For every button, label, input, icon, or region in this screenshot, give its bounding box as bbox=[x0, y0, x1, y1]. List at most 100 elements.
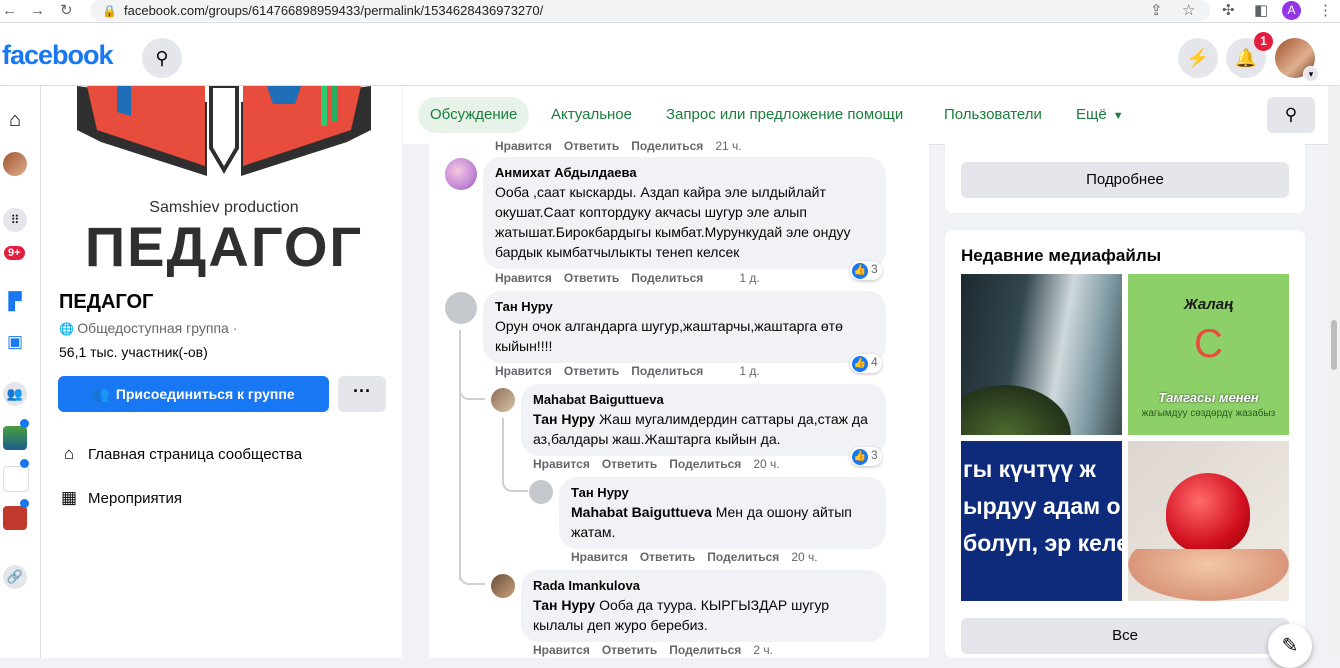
calendar-icon: ▦ bbox=[60, 488, 78, 507]
link-icon[interactable]: 🔗 bbox=[3, 565, 27, 589]
comment-bubble: Mahabat Baiguttueva Тан Нуру Жаш мугалим… bbox=[521, 384, 886, 456]
comment-author[interactable]: Rada Imankulova bbox=[533, 577, 874, 595]
page-scrollbar[interactable] bbox=[1328, 86, 1340, 658]
tab-discussion[interactable]: Обсуждение bbox=[418, 97, 530, 133]
forward-icon[interactable]: → bbox=[30, 2, 45, 20]
like-action[interactable]: Нравится bbox=[495, 271, 552, 285]
share-icon[interactable]: ⇪ bbox=[1150, 2, 1163, 20]
share-action[interactable]: Поделиться bbox=[631, 364, 703, 378]
like-action[interactable]: Нравится bbox=[495, 364, 552, 378]
mention-link[interactable]: Mahabat Baiguttueva bbox=[571, 504, 712, 520]
facebook-logo[interactable]: facebook bbox=[2, 40, 114, 71]
reaction-count[interactable]: 👍 4 bbox=[850, 354, 882, 373]
reaction-count[interactable]: 👍 3 bbox=[850, 261, 882, 280]
mention-link[interactable]: Тан Нуру bbox=[533, 597, 595, 613]
groups-icon[interactable]: 👥 bbox=[3, 382, 27, 406]
comment-actions: Нравится Ответить Поделиться 21 ч. bbox=[495, 139, 754, 153]
browser-menu-icon[interactable]: ⋮ bbox=[1318, 2, 1333, 20]
chevron-down-icon[interactable]: ▾ bbox=[1303, 66, 1319, 82]
feed-gutter bbox=[403, 144, 429, 658]
back-icon[interactable]: ← bbox=[2, 2, 17, 20]
comment-actions: Нравится Ответить Поделиться 2 ч. bbox=[533, 643, 785, 657]
join-group-button[interactable]: 👥 Присоединиться к группе bbox=[58, 376, 329, 412]
nav-events[interactable]: ▦ Мероприятия bbox=[58, 483, 182, 513]
side-panel-icon[interactable]: ◧ bbox=[1254, 2, 1268, 20]
comment-avatar[interactable] bbox=[445, 158, 477, 190]
like-action[interactable]: Нравится bbox=[495, 139, 552, 153]
group-name[interactable]: ПЕДАГОГ bbox=[59, 291, 153, 314]
thumbs-up-icon: 👍 bbox=[852, 263, 868, 279]
comment-time[interactable]: 2 ч. bbox=[753, 643, 773, 657]
media-thumb-caption: Тамгасы менен bbox=[1158, 390, 1259, 405]
more-info-button[interactable]: Подробнее bbox=[961, 162, 1289, 198]
hands-shape bbox=[1128, 549, 1289, 601]
comment-time[interactable]: 20 ч. bbox=[753, 457, 779, 471]
comment-time[interactable]: 20 ч. bbox=[791, 550, 817, 564]
scrollbar-thumb[interactable] bbox=[1331, 320, 1337, 370]
heart-shape bbox=[1166, 473, 1250, 553]
group-thumb-2[interactable] bbox=[3, 466, 29, 492]
rail-notification-badge[interactable]: 9+ bbox=[4, 246, 25, 260]
reply-action[interactable]: Ответить bbox=[602, 457, 657, 471]
tab-help[interactable]: Запрос или предложение помощи bbox=[654, 97, 915, 133]
group-more-button[interactable]: ··· bbox=[338, 376, 386, 412]
comment-avatar[interactable] bbox=[491, 574, 515, 598]
reply-action[interactable]: Ответить bbox=[564, 139, 619, 153]
reaction-count[interactable]: 👍 3 bbox=[850, 447, 882, 466]
bookmark-star-icon[interactable]: ☆ bbox=[1182, 2, 1195, 20]
group-members-count[interactable]: 56,1 тыс. участник(-ов) bbox=[59, 344, 208, 360]
media-thumb-waterfall[interactable] bbox=[961, 274, 1122, 435]
share-action[interactable]: Поделиться bbox=[631, 139, 703, 153]
like-action[interactable]: Нравится bbox=[571, 550, 628, 564]
comment-author[interactable]: Тан Нуру bbox=[495, 298, 874, 316]
mention-link[interactable]: Тан Нуру bbox=[533, 411, 595, 427]
lock-icon[interactable]: 🔒 bbox=[102, 2, 117, 20]
reply-connector bbox=[459, 380, 485, 400]
nav-community-home[interactable]: ⌂ Главная страница сообщества bbox=[58, 439, 302, 469]
reply-action[interactable]: Ответить bbox=[564, 271, 619, 285]
reload-icon[interactable]: ↻ bbox=[60, 2, 73, 20]
comment-time[interactable]: 1 д. bbox=[739, 271, 759, 285]
marketplace-icon[interactable]: ▛ bbox=[3, 290, 27, 314]
notifications-badge: 1 bbox=[1254, 32, 1273, 51]
reply-action[interactable]: Ответить bbox=[564, 364, 619, 378]
profile-avatar[interactable] bbox=[3, 152, 27, 176]
share-action[interactable]: Поделиться bbox=[707, 550, 779, 564]
browser-profile-avatar[interactable]: A bbox=[1282, 1, 1301, 20]
group-thumb-1[interactable] bbox=[3, 426, 27, 450]
comment-time[interactable]: 1 д. bbox=[739, 364, 759, 378]
gaming-icon[interactable]: ▣ bbox=[3, 330, 27, 354]
tab-users[interactable]: Пользователи bbox=[932, 97, 1054, 133]
reply-action[interactable]: Ответить bbox=[602, 643, 657, 657]
extensions-icon[interactable]: ✣ bbox=[1222, 2, 1235, 20]
home-icon[interactable]: ⌂ bbox=[3, 108, 27, 132]
share-action[interactable]: Поделиться bbox=[631, 271, 703, 285]
search-button[interactable]: ⚲ bbox=[142, 38, 182, 78]
comment-avatar[interactable] bbox=[491, 388, 515, 412]
share-action[interactable]: Поделиться bbox=[669, 643, 741, 657]
comment-author[interactable]: Тан Нуру bbox=[571, 484, 874, 502]
tab-trending[interactable]: Актуальное bbox=[539, 97, 644, 133]
url-text[interactable]: facebook.com/groups/614766898959433/perm… bbox=[124, 3, 543, 18]
like-action[interactable]: Нравится bbox=[533, 643, 590, 657]
media-thumb-letter[interactable]: Жалаң С Тамгасы менен жагымдуу сөздөрдү … bbox=[1128, 274, 1289, 435]
comment-author[interactable]: Mahabat Baiguttueva bbox=[533, 391, 874, 409]
messenger-button[interactable]: ⚡ bbox=[1178, 38, 1218, 78]
group-thumb-3[interactable] bbox=[3, 506, 27, 530]
share-action[interactable]: Поделиться bbox=[669, 457, 741, 471]
group-search-button[interactable]: ⚲ bbox=[1267, 97, 1315, 133]
tab-more[interactable]: Ещё ▼ bbox=[1064, 97, 1136, 133]
comment-author[interactable]: Анмихат Абдылдаева bbox=[495, 164, 874, 182]
new-message-button[interactable]: ✎ bbox=[1268, 624, 1312, 668]
comment-avatar[interactable] bbox=[529, 480, 553, 504]
media-thumb-heart[interactable] bbox=[1128, 441, 1289, 601]
see-all-media-button[interactable]: Все bbox=[961, 618, 1289, 654]
comment-time[interactable]: 21 ч. bbox=[715, 139, 741, 153]
media-thumb-quote[interactable]: ГЫ КҮЧТҮҮ Ж ЫРДУУ АДАМ О БОЛУП, ЭР КЕЛЕТ… bbox=[961, 441, 1122, 601]
comment-avatar[interactable] bbox=[445, 292, 477, 324]
thumbs-up-icon: 👍 bbox=[852, 356, 868, 372]
group-privacy: 🌐 Общедоступная группа · bbox=[59, 320, 238, 336]
apps-grid-icon[interactable]: ⠿ bbox=[3, 208, 27, 232]
reply-action[interactable]: Ответить bbox=[640, 550, 695, 564]
like-action[interactable]: Нравится bbox=[533, 457, 590, 471]
